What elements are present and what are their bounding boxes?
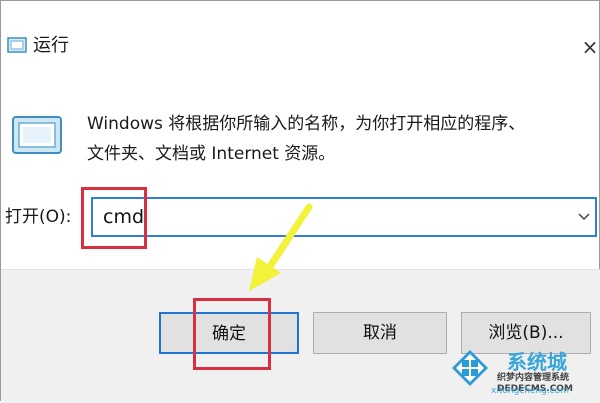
ok-button[interactable]: 确定 xyxy=(159,312,299,354)
run-program-icon xyxy=(12,116,62,154)
title-bar: 运行 × xyxy=(1,1,600,63)
dialog-description: Windows 将根据你所输入的名称，为你打开相应的程序、 文件夹、文档或 In… xyxy=(87,109,587,169)
watermark-site-title: 织梦内容管理系统 xyxy=(497,373,570,383)
open-combobox[interactable]: cmd xyxy=(91,197,597,237)
close-icon: × xyxy=(581,35,599,59)
open-input[interactable]: cmd xyxy=(103,205,144,229)
description-line-1: Windows 将根据你所输入的名称，为你打开相应的程序、 xyxy=(87,114,526,134)
chevron-down-icon[interactable] xyxy=(577,211,591,223)
open-field-label: 打开(O): xyxy=(5,207,72,227)
close-button[interactable]: × xyxy=(579,37,600,57)
cancel-button[interactable]: 取消 xyxy=(313,312,447,354)
watermark-url: xitongcheng.com xyxy=(491,386,569,396)
watermark-brand: 系统城 xyxy=(507,350,567,374)
description-line-2: 文件夹、文档或 Internet 资源。 xyxy=(87,144,336,164)
run-app-icon xyxy=(7,37,27,53)
windows-logo-icon xyxy=(452,350,488,386)
pointer-arrow-icon xyxy=(249,203,313,291)
window-title: 运行 xyxy=(33,35,69,56)
run-dialog: 运行 × Windows 将根据你所输入的名称，为你打开相应的程序、 文件夹、文… xyxy=(0,0,600,403)
